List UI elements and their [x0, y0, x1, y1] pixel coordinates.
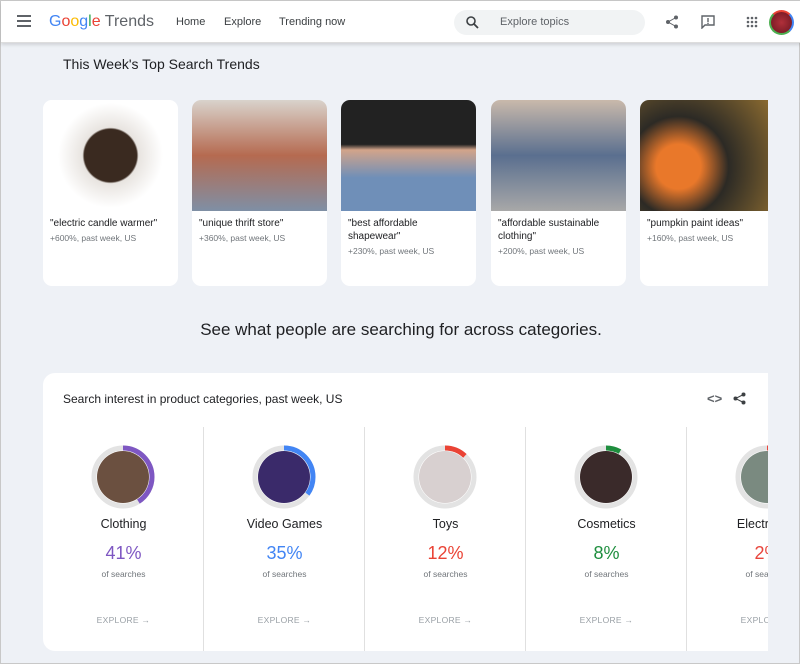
- trend-image: [640, 100, 768, 211]
- search-icon: [466, 16, 479, 29]
- share-icon[interactable]: [665, 15, 679, 29]
- trend-card[interactable]: "pumpkin paint ideas" +160%, past week, …: [640, 100, 768, 286]
- category-name: Toys: [432, 517, 459, 531]
- category-video-games: Video Games 35% of searches EXPLORE →: [204, 427, 365, 651]
- category-percent: 2%: [754, 543, 768, 563]
- category-cosmetics: Cosmetics 8% of searches EXPLORE →: [526, 427, 687, 651]
- explore-link[interactable]: EXPLORE →: [365, 615, 526, 625]
- category-percent: 12%: [427, 543, 464, 563]
- category-percent: 41%: [105, 543, 142, 563]
- trend-image: [192, 100, 327, 211]
- category-image: [419, 451, 471, 503]
- trend-query: "unique thrift store": [199, 218, 284, 229]
- trend-stat: +200%, past week, US: [498, 246, 585, 256]
- category-name: Clothing: [100, 517, 147, 531]
- search-placeholder: Explore topics: [500, 16, 570, 28]
- top-app-bar: Google Trends Home Explore Trending now …: [1, 1, 800, 43]
- category-image: [97, 451, 149, 503]
- category-share-ring: [252, 445, 316, 509]
- trend-card[interactable]: "unique thrift store" +360%, past week, …: [192, 100, 327, 286]
- embed-icon[interactable]: <>: [707, 391, 722, 406]
- category-sub: of searches: [745, 569, 768, 579]
- category-toys: Toys 12% of searches EXPLORE →: [365, 427, 526, 651]
- google-trends-logo[interactable]: Google Trends: [49, 13, 154, 31]
- trend-card[interactable]: "best affordable shapewear" +230%, past …: [341, 100, 476, 286]
- category-name: Video Games: [246, 517, 323, 531]
- trend-stat: +360%, past week, US: [199, 233, 286, 243]
- explore-link[interactable]: EXPLORE →: [687, 615, 768, 625]
- avatar[interactable]: [769, 10, 794, 35]
- trend-query: "best affordable shapewear": [348, 218, 418, 242]
- trend-query: "pumpkin paint ideas": [647, 218, 744, 229]
- category-share-ring: [735, 445, 768, 509]
- trend-query: "electric candle warmer": [50, 218, 158, 229]
- menu-icon[interactable]: [17, 15, 31, 30]
- trend-image: [341, 100, 476, 211]
- explore-link[interactable]: EXPLORE →: [43, 615, 204, 625]
- category-name: Cosmetics: [577, 517, 636, 531]
- category-share-ring: [413, 445, 477, 509]
- trend-stat: +230%, past week, US: [348, 246, 435, 256]
- nav-trending-now[interactable]: Trending now: [279, 16, 345, 28]
- trend-stat: +160%, past week, US: [647, 233, 734, 243]
- share-icon[interactable]: [733, 392, 746, 405]
- category-sub: of searches: [423, 569, 468, 579]
- explore-link[interactable]: EXPLORE →: [204, 615, 365, 625]
- apps-icon[interactable]: [746, 16, 758, 28]
- category-percent: 35%: [266, 543, 303, 563]
- category-share-ring: [91, 445, 155, 509]
- category-sub: of searches: [262, 569, 307, 579]
- trend-query: "affordable sustainable clothing": [498, 218, 600, 242]
- feedback-icon[interactable]: [701, 15, 715, 29]
- category-percent: 8%: [593, 543, 620, 563]
- category-clothing: Clothing 41% of searches EXPLORE →: [43, 427, 204, 651]
- category-sub: of searches: [101, 569, 146, 579]
- category-share-ring: [574, 445, 638, 509]
- category-image: [580, 451, 632, 503]
- category-image: [258, 451, 310, 503]
- category-sub: of searches: [584, 569, 629, 579]
- categories-panel: Search interest in product categories, p…: [43, 373, 768, 651]
- search-input[interactable]: Explore topics: [454, 10, 645, 35]
- nav-home[interactable]: Home: [176, 16, 205, 28]
- trend-card[interactable]: "electric candle warmer" +600%, past wee…: [43, 100, 178, 286]
- categories-heading: See what people are searching for across…: [200, 320, 602, 339]
- trend-stat: +600%, past week, US: [50, 233, 137, 243]
- trend-image: [43, 100, 178, 211]
- explore-link[interactable]: EXPLORE →: [526, 615, 687, 625]
- categories-title: Search interest in product categories, p…: [63, 392, 343, 406]
- trend-card[interactable]: "affordable sustainable clothing" +200%,…: [491, 100, 626, 286]
- category-electronics: Electronics 2% of searches EXPLORE →: [687, 427, 768, 651]
- nav-explore[interactable]: Explore: [224, 16, 261, 28]
- trend-image: [491, 100, 626, 211]
- top-trends-title: This Week's Top Search Trends: [63, 56, 260, 72]
- category-name: Electronics: [736, 517, 768, 531]
